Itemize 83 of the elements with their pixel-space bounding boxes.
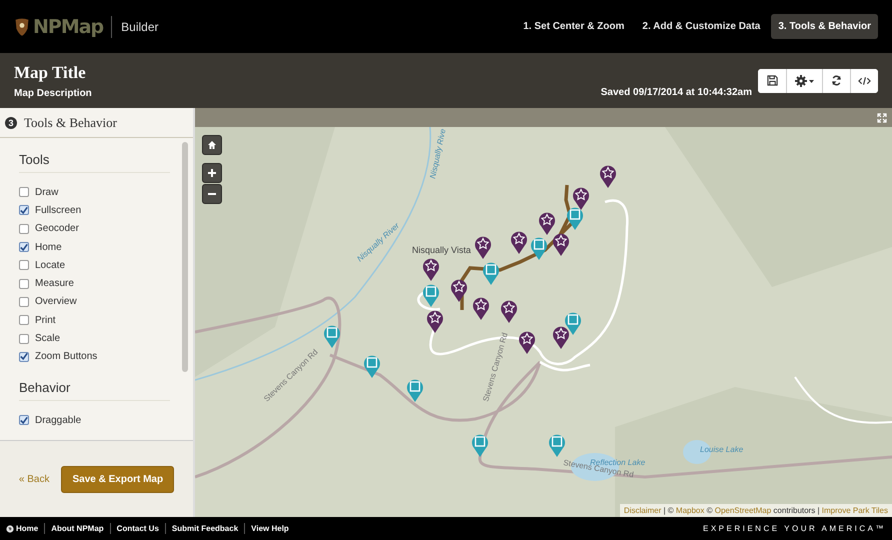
footer-link[interactable]: View Help [251,524,289,533]
star-marker-icon[interactable] [426,309,444,333]
option-checkbox[interactable]: Home [19,238,182,256]
checkbox[interactable] [19,315,29,326]
gear-caret-icon [794,74,814,86]
star-marker-icon[interactable] [474,235,492,259]
water-label: Nisqually Rive [428,128,448,180]
globe-icon [6,524,14,532]
water-label: Reflection Lake [590,458,646,467]
road-label: Stevens Canyon Rd [481,332,510,403]
checkbox[interactable] [19,278,29,289]
option-checkbox[interactable]: Zoom Buttons [19,348,182,366]
attribution-text: Disclaimer | © Mapbox © OpenStreetMap contributors | Improve Park Tiles [620,504,892,517]
checkbox[interactable] [19,334,29,344]
footer-link[interactable]: Contact Us [116,524,159,533]
star-marker-icon[interactable] [422,257,440,281]
star-marker-icon[interactable] [599,164,617,188]
star-marker-icon[interactable] [450,278,468,302]
option-checkbox[interactable]: Print [19,311,182,330]
place-label: Nisqually Vista [412,245,471,255]
checkbox[interactable] [19,205,29,216]
option-checkbox[interactable]: Scale [19,329,182,348]
save-export-button[interactable]: Save & Export Map [61,466,174,492]
option-checkbox[interactable]: Measure [19,274,182,293]
step-number-badge: 3 [5,116,17,128]
square-marker-icon[interactable] [564,311,582,335]
checkbox[interactable] [19,242,29,252]
home-icon [207,140,217,150]
app-name: Builder [121,20,159,34]
option-checkbox[interactable]: Geocoder [19,220,182,238]
square-marker-icon[interactable] [422,283,440,307]
fullscreen-icon[interactable] [877,112,887,122]
square-marker-icon[interactable] [323,324,341,348]
panel-heading: Tools & Behavior [24,114,117,130]
footer-link[interactable]: About NPMap [51,524,104,533]
option-checkbox[interactable]: Draw [19,183,182,202]
checkbox[interactable] [19,187,29,198]
square-marker-icon[interactable] [566,206,584,230]
star-marker-icon[interactable] [552,232,570,256]
option-checkbox[interactable]: Overview [19,292,182,312]
square-marker-icon[interactable] [530,236,548,260]
star-marker-icon[interactable] [538,211,556,235]
option-checkbox[interactable]: Fullscreen [19,201,182,220]
star-marker-icon[interactable] [472,296,490,320]
code-icon [858,76,871,86]
star-marker-icon[interactable] [510,230,528,254]
square-marker-icon[interactable] [363,354,381,378]
square-marker-icon[interactable] [406,378,424,402]
section-heading: Behavior [19,380,170,401]
checkbox[interactable] [19,296,29,307]
attribution-link[interactable]: Mapbox [676,506,704,515]
arrowhead-logo-icon [14,16,30,36]
square-marker-icon[interactable] [548,433,566,457]
checkbox[interactable] [19,352,29,362]
tagline: EXPERIENCE YOUR AMERICA™ [703,524,886,533]
code-button[interactable] [850,68,878,92]
checkbox[interactable] [19,224,29,234]
section-heading: Tools [19,152,170,173]
step-tab[interactable]: 3. Tools & Behavior [771,14,878,39]
logo-text: NPMap [33,16,112,38]
star-marker-icon[interactable] [552,325,570,349]
checkbox[interactable] [19,415,29,426]
map-description: Map Description [14,88,93,98]
saved-status: Saved 09/17/2014 at 10:44:32am [600,87,752,98]
star-marker-icon[interactable] [500,299,518,323]
square-marker-icon[interactable] [471,433,489,457]
step-tab[interactable]: 2. Add & Customize Data [635,14,768,39]
zoom-out-button[interactable] [202,184,222,204]
home-button[interactable] [202,135,222,155]
plus-icon [207,168,217,178]
footer-link[interactable]: Submit Feedback [172,524,238,533]
water-label: Louise Lake [700,445,744,454]
checkbox[interactable] [19,260,29,270]
zoom-in-button[interactable] [202,163,222,183]
option-checkbox[interactable]: Draggable [19,410,182,430]
star-marker-icon[interactable] [572,186,590,210]
footer-link[interactable]: Home [6,524,38,533]
square-marker-icon[interactable] [482,261,500,285]
option-checkbox[interactable]: Locate [19,256,182,274]
star-marker-icon[interactable] [518,330,536,354]
refresh-icon [831,75,842,86]
map-title: Map Title [14,62,87,82]
step-tab[interactable]: 1. Set Center & Zoom [516,14,632,39]
